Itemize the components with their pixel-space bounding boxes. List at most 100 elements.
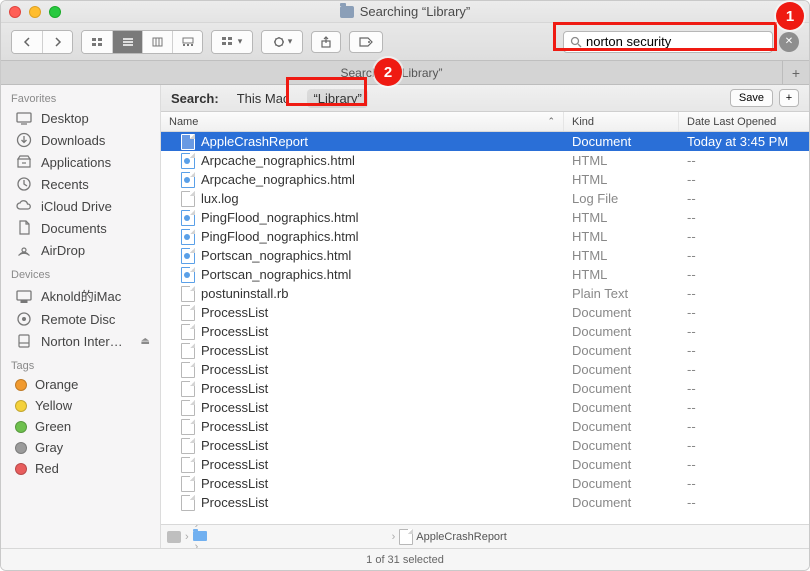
tag-dot-icon <box>15 379 27 391</box>
file-list[interactable]: AppleCrashReportDocumentToday at 3:45 PM… <box>161 132 809 524</box>
sidebar-item[interactable]: iCloud Drive <box>1 195 160 217</box>
zoom-window-button[interactable] <box>49 6 61 18</box>
file-row[interactable]: Portscan_nographics.htmlHTML-- <box>161 246 809 265</box>
file-row[interactable]: postuninstall.rbPlain Text-- <box>161 284 809 303</box>
sidebar-tag[interactable]: Green <box>1 416 160 437</box>
file-date: -- <box>679 324 809 339</box>
minimize-window-button[interactable] <box>29 6 41 18</box>
sidebar-tag[interactable]: Red <box>1 458 160 479</box>
gallery-view-button[interactable] <box>172 31 202 53</box>
file-row[interactable]: Arpcache_nographics.htmlHTML-- <box>161 170 809 189</box>
sidebar-item[interactable]: Remote Disc <box>1 308 160 330</box>
forward-button[interactable] <box>42 31 72 53</box>
column-view-button[interactable] <box>142 31 172 53</box>
scope-this-mac[interactable]: This Mac <box>231 89 296 108</box>
file-name: ProcessList <box>201 400 268 415</box>
col-date[interactable]: Date Last Opened <box>679 112 809 131</box>
file-row[interactable]: ProcessListDocument-- <box>161 379 809 398</box>
path-root[interactable] <box>167 531 181 543</box>
sidebar-icon <box>15 311 33 327</box>
search-input[interactable] <box>586 34 766 49</box>
file-icon <box>181 305 195 321</box>
icon-view-button[interactable] <box>82 31 112 53</box>
file-name: ProcessList <box>201 495 268 510</box>
file-row[interactable]: ProcessListDocument-- <box>161 341 809 360</box>
file-row[interactable]: ProcessListDocument-- <box>161 398 809 417</box>
sidebar-item[interactable]: Desktop <box>1 107 160 129</box>
file-row[interactable]: AppleCrashReportDocumentToday at 3:45 PM <box>161 132 809 151</box>
tab-searching[interactable]: Searching “Library” <box>1 61 783 84</box>
search-field[interactable] <box>563 31 773 53</box>
sidebar-item[interactable]: Applications <box>1 151 160 173</box>
toolbar: ▾ ▾ ✕ <box>1 23 809 61</box>
file-row[interactable]: lux.logLog File-- <box>161 189 809 208</box>
sidebar-tag[interactable]: Gray <box>1 437 160 458</box>
tab-bar: Searching “Library” + <box>1 61 809 85</box>
file-row[interactable]: ProcessListDocument-- <box>161 360 809 379</box>
sidebar-item-label: AirDrop <box>41 243 85 258</box>
sidebar-icon <box>15 132 33 148</box>
arrange-menu[interactable]: ▾ <box>211 30 253 54</box>
sidebar-item[interactable]: Norton Inter…⏏ <box>1 330 160 352</box>
action-menu[interactable]: ▾ <box>261 30 303 54</box>
sidebar-item[interactable]: Downloads <box>1 129 160 151</box>
file-row[interactable]: Arpcache_nographics.htmlHTML-- <box>161 151 809 170</box>
sidebar-item-label: Documents <box>41 221 107 236</box>
file-row[interactable]: ProcessListDocument-- <box>161 474 809 493</box>
tag-dot-icon <box>15 421 27 433</box>
search-icon <box>570 36 582 48</box>
path-leaf[interactable]: AppleCrashReport <box>399 529 507 545</box>
sort-indicator-icon: ⌃ <box>547 116 555 127</box>
sidebar-item-label: Orange <box>35 377 78 392</box>
main: Search: This Mac “Library” Save + Name⌃ … <box>161 85 809 548</box>
list-view-button[interactable] <box>112 31 142 53</box>
file-row[interactable]: ProcessListDocument-- <box>161 303 809 322</box>
scope-library[interactable]: “Library” <box>307 89 367 108</box>
scope-label: Search: <box>171 91 219 106</box>
folder-icon <box>193 531 207 541</box>
file-row[interactable]: ProcessListDocument-- <box>161 436 809 455</box>
sidebar-tag[interactable]: Orange <box>1 374 160 395</box>
sidebar-item-label: Green <box>35 419 71 434</box>
file-kind: HTML <box>564 210 679 225</box>
sidebar-icon <box>15 110 33 126</box>
file-icon <box>181 172 195 188</box>
sidebar-item-label: iCloud Drive <box>41 199 112 214</box>
file-name: PingFlood_nographics.html <box>201 229 359 244</box>
eject-icon[interactable]: ⏏ <box>141 336 150 347</box>
clear-search-button[interactable]: ✕ <box>779 32 799 52</box>
file-row[interactable]: PingFlood_nographics.htmlHTML-- <box>161 227 809 246</box>
file-row[interactable]: ProcessListDocument-- <box>161 493 809 512</box>
path-segment[interactable] <box>193 531 388 541</box>
file-date: -- <box>679 381 809 396</box>
file-row[interactable]: ProcessListDocument-- <box>161 455 809 474</box>
add-criteria-button[interactable]: + <box>779 89 799 107</box>
file-date: -- <box>679 172 809 187</box>
file-icon <box>181 419 195 435</box>
col-kind[interactable]: Kind <box>564 112 679 131</box>
col-name[interactable]: Name⌃ <box>161 112 564 131</box>
sidebar-tag[interactable]: Yellow <box>1 395 160 416</box>
file-date: -- <box>679 248 809 263</box>
file-row[interactable]: Portscan_nographics.htmlHTML-- <box>161 265 809 284</box>
file-date: -- <box>679 305 809 320</box>
tags-button[interactable] <box>349 31 383 53</box>
file-date: -- <box>679 343 809 358</box>
sidebar-item[interactable]: Recents <box>1 173 160 195</box>
sidebar-item-label: Aknold的iMac <box>41 286 121 305</box>
sidebar-item[interactable]: Aknold的iMac <box>1 283 160 308</box>
file-row[interactable]: ProcessListDocument-- <box>161 417 809 436</box>
back-button[interactable] <box>12 31 42 53</box>
sidebar-item-label: Red <box>35 461 59 476</box>
path-bar: › ››››››F5C21747-F56C-4E33-86B1-E57D3 › … <box>161 524 809 548</box>
tag-dot-icon <box>15 400 27 412</box>
share-button[interactable] <box>311 31 341 53</box>
file-row[interactable]: ProcessListDocument-- <box>161 322 809 341</box>
close-window-button[interactable] <box>9 6 21 18</box>
file-row[interactable]: PingFlood_nographics.htmlHTML-- <box>161 208 809 227</box>
sidebar-item[interactable]: Documents <box>1 217 160 239</box>
sidebar-item[interactable]: AirDrop <box>1 239 160 261</box>
new-tab-button[interactable]: + <box>783 61 809 84</box>
file-date: -- <box>679 400 809 415</box>
save-search-button[interactable]: Save <box>730 89 773 107</box>
